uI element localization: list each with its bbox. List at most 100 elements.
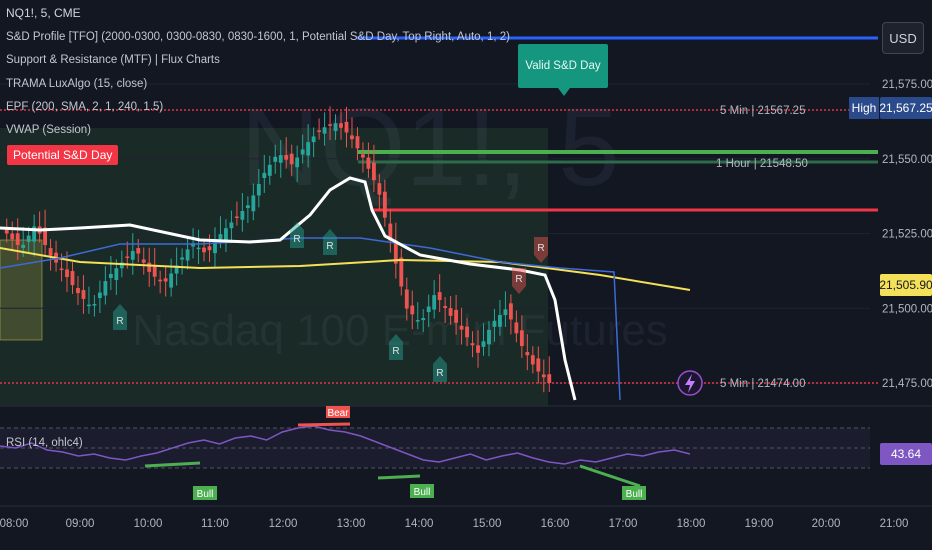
x-tick-label: 20:00 <box>812 518 841 530</box>
bull-label: Bull <box>197 489 214 500</box>
candle-body <box>267 164 272 176</box>
high-price-tag: 21,567.25 <box>879 97 932 119</box>
indicator-legend-vwap[interactable]: VWAP (Session) <box>6 123 91 137</box>
candle-body <box>465 326 469 338</box>
bear-label: Bear <box>327 408 349 419</box>
currency-button[interactable]: USD <box>882 22 924 54</box>
candle-body <box>333 123 338 131</box>
candle-body <box>48 248 53 256</box>
x-tick-label: 15:00 <box>473 518 502 530</box>
candle-body <box>256 183 261 196</box>
candle-body <box>481 341 486 347</box>
y-tick-label: 21,500.00 <box>882 303 932 315</box>
potential-sd-day-label: Potential S&D Day <box>7 145 119 165</box>
candle-body <box>361 154 365 158</box>
candle-body <box>21 244 26 248</box>
bull-label: Bull <box>414 487 431 498</box>
candle-body <box>295 157 300 168</box>
bull-divergence-line <box>579 464 641 488</box>
candle-body <box>300 149 305 155</box>
valid-sd-day-label: Valid S&D Day <box>518 44 608 96</box>
candle-body <box>498 315 502 327</box>
level-text-5min-bottom: 5 Min | 21474.00 <box>720 378 805 390</box>
candle-body <box>273 156 278 162</box>
candle-body <box>196 247 201 250</box>
level-text-5min-top: 5 Min | 21567.25 <box>720 105 805 117</box>
indicator-legend-sr[interactable]: Support & Resistance (MTF) | Flux Charts <box>6 53 220 67</box>
x-tick-label: 19:00 <box>745 518 774 530</box>
x-tick-label: 18:00 <box>677 518 706 530</box>
candle-body <box>328 124 332 126</box>
candle-body <box>59 268 64 271</box>
candle-body <box>284 155 289 160</box>
candle-body <box>245 205 250 209</box>
candle-body <box>152 265 157 277</box>
candle-body <box>399 257 404 287</box>
high-label: High <box>849 97 879 119</box>
retest-label: R <box>326 241 333 252</box>
chart-area[interactable]: NQ1!, 5Nasdaq 100 E-mini Futures5 Min | … <box>0 0 932 550</box>
candle-body <box>350 135 354 140</box>
candle-body <box>108 273 113 279</box>
candle-body <box>476 345 480 353</box>
indicator-legend-epf[interactable]: EPF (200, SMA, 2, 1, 240, 1.5) <box>6 100 163 114</box>
candle-body <box>344 121 349 133</box>
candle-body <box>322 127 327 134</box>
candle-body <box>530 355 535 365</box>
candle-body <box>136 248 141 254</box>
candle-body <box>87 304 91 307</box>
candle-body <box>92 304 97 306</box>
candle-body <box>459 325 464 330</box>
candle-body <box>103 281 108 296</box>
candle-body <box>547 374 552 383</box>
x-tick-label: 14:00 <box>405 518 434 530</box>
candle-body <box>70 271 75 286</box>
candle-body <box>224 228 228 241</box>
candle-body <box>421 318 426 321</box>
candle-body <box>169 273 174 288</box>
retest-label: R <box>116 316 123 327</box>
candle-body <box>76 288 80 294</box>
x-tick-label: 16:00 <box>541 518 570 530</box>
x-tick-label: 11:00 <box>201 518 229 530</box>
indicator-legend-trama[interactable]: TRAMA LuxAlgo (15, close) <box>6 77 147 91</box>
candle-body <box>289 153 294 165</box>
candle-body <box>448 308 453 316</box>
candle-body <box>278 155 283 163</box>
candle-body <box>218 234 223 240</box>
candle-body <box>514 322 519 334</box>
candle-body <box>234 216 239 218</box>
candle-body <box>147 262 152 272</box>
retest-label: R <box>515 274 522 285</box>
level-text-1hour: 1 Hour | 21548.50 <box>716 158 808 170</box>
rsi-value-tag: 43.64 <box>880 443 932 465</box>
candle-body <box>382 191 387 218</box>
y-tick-label: 21,575.00 <box>882 79 932 91</box>
candle-body <box>97 292 102 299</box>
candle-body <box>437 292 442 301</box>
y-tick-label: 21,525.00 <box>882 229 932 241</box>
candle-body <box>141 259 146 263</box>
candle-body <box>415 320 420 322</box>
indicator-legend-sd-profile[interactable]: S&D Profile [TFO] (2000-0300, 0300-0830,… <box>6 30 510 44</box>
rsi-legend[interactable]: RSI (14, ohlc4) <box>6 437 83 449</box>
candle-body <box>432 295 437 310</box>
candle-body <box>317 130 322 132</box>
candle-body <box>454 309 459 323</box>
candle-body <box>470 343 475 346</box>
candle-body <box>163 278 168 282</box>
x-tick-label: 17:00 <box>609 518 638 530</box>
candle-body <box>503 309 508 316</box>
x-tick-label: 12:00 <box>269 518 298 530</box>
x-tick-label: 13:00 <box>337 518 366 530</box>
candle-body <box>339 123 343 128</box>
symbol-legend[interactable]: NQ1!, 5, CME <box>6 6 81 20</box>
candle-body <box>180 257 185 260</box>
candle-body <box>240 210 245 220</box>
y-tick-label: 21,475.00 <box>882 378 932 390</box>
x-tick-label: 10:00 <box>134 518 163 530</box>
retest-label: R <box>392 346 399 357</box>
candle-body <box>508 303 513 320</box>
bear-divergence-line <box>297 422 351 427</box>
candle-body <box>306 142 311 156</box>
